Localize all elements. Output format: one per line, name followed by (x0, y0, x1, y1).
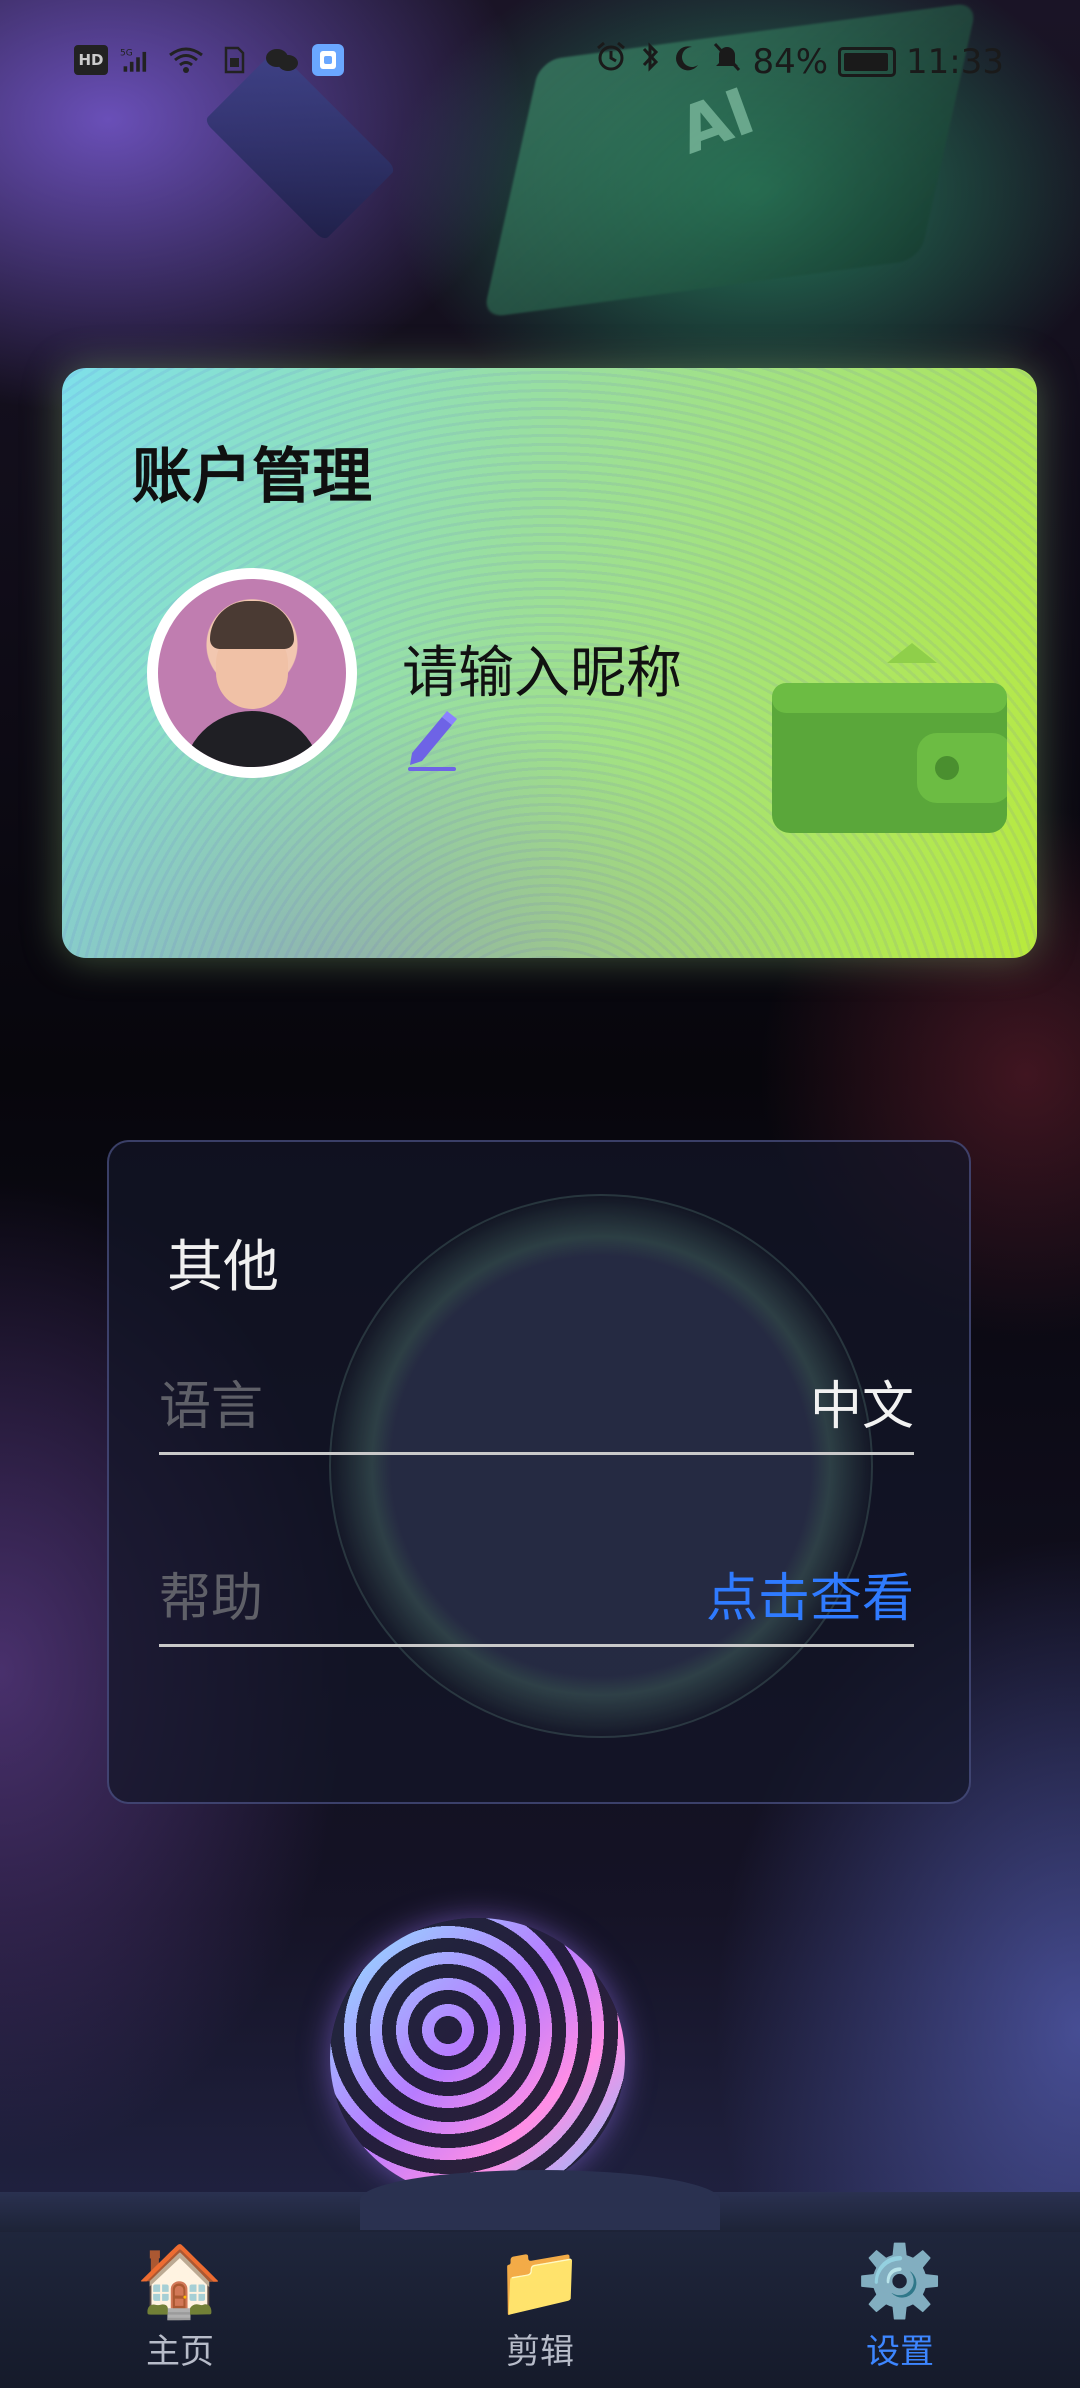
nav-item-settings[interactable]: ⚙️ 设置 (800, 2232, 1000, 2388)
nav-label-edit: 剪辑 (506, 2332, 574, 2372)
avatar[interactable] (147, 568, 357, 778)
mute-bell-icon (712, 41, 742, 82)
status-left-icons: HD 5G (74, 44, 344, 76)
avatar-shoulders (182, 711, 322, 767)
battery-percent: 84% (752, 41, 829, 82)
wallet-icon (767, 633, 1012, 833)
nav-item-home[interactable]: 🏠 主页 (80, 2232, 280, 2388)
nav-label-settings: 设置 (866, 2332, 934, 2372)
mesh-sphere-decoration (330, 1918, 625, 2198)
nickname-placeholder[interactable]: 请输入昵称 (402, 628, 682, 709)
status-bar: HD 5G 84% 11:33 (0, 0, 1080, 130)
help-row[interactable]: 帮助 点击查看 (159, 1534, 914, 1647)
battery-fill (844, 52, 888, 71)
svg-text:5G: 5G (120, 49, 133, 59)
orb-decoration (329, 1194, 873, 1738)
nav-hump (0, 2170, 1080, 2232)
gear-icon: ⚙️ (856, 2240, 944, 2322)
pencil-icon[interactable] (402, 703, 462, 773)
battery-icon (838, 46, 897, 77)
account-card[interactable]: 账户管理 请输入昵称 (62, 368, 1037, 958)
nav-item-edit[interactable]: 📁 剪辑 (440, 2232, 640, 2388)
other-settings-card: 其他 语言 中文 帮助 点击查看 (107, 1140, 971, 1804)
avatar-image (158, 579, 346, 767)
status-right-icons: 84% 11:33 (594, 40, 1004, 83)
language-row[interactable]: 语言 中文 (159, 1342, 914, 1455)
app-notification-icon (312, 44, 344, 76)
hd-icon: HD (74, 45, 108, 75)
avatar-hair (210, 601, 294, 649)
alarm-icon (594, 40, 628, 83)
account-title: 账户管理 (132, 442, 372, 512)
wifi-icon (168, 45, 204, 75)
nav-label-home: 主页 (146, 2332, 214, 2372)
home-icon: 🏠 (136, 2240, 224, 2322)
wechat-icon (264, 45, 300, 75)
5g-signal-icon: 5G (120, 45, 156, 75)
help-link[interactable]: 点击查看 (706, 1556, 914, 1631)
status-time: 11:33 (906, 41, 1004, 82)
folder-icon: 📁 (496, 2240, 584, 2322)
bottom-nav: 🏠 主页 📁 剪辑 ⚙️ 设置 (0, 2232, 1080, 2388)
do-not-disturb-moon-icon (672, 42, 702, 82)
bluetooth-icon (638, 40, 662, 83)
help-label: 帮助 (159, 1569, 264, 1629)
language-value[interactable]: 中文 (810, 1364, 914, 1439)
language-label: 语言 (159, 1377, 264, 1437)
other-title: 其他 (167, 1235, 279, 1300)
sim-icon (216, 45, 252, 75)
